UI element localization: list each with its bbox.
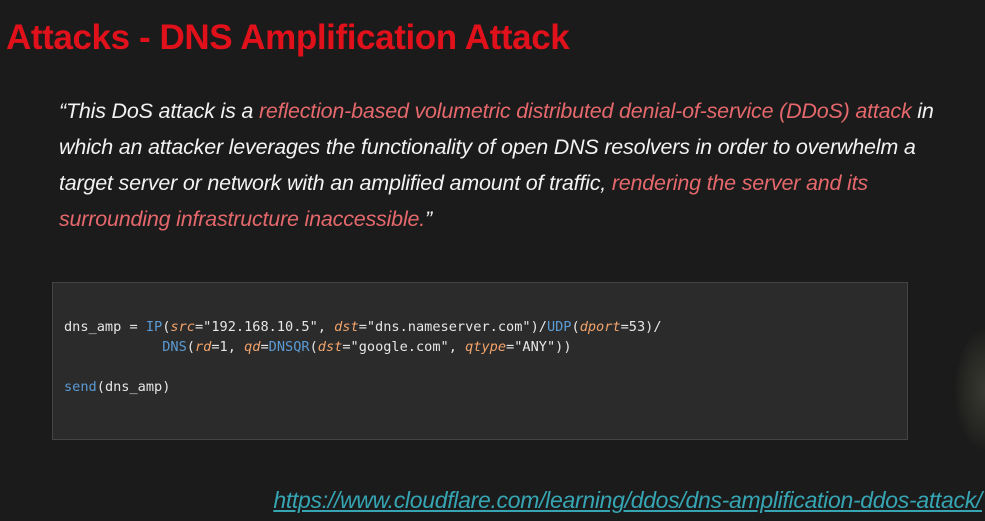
slide: Attacks - DNS Amplification Attack “This… [0,0,985,521]
code-fn-udp: UDP [546,319,572,335]
code-content: dns_amp = IP(src="192.168.10.5", dst="dn… [64,317,662,397]
code-kw-qd: qd [244,339,261,355]
quote-text-part1: This DoS attack is a [65,99,259,123]
code-fn-dnsqr: DNSQR [268,339,310,355]
code-num-dport: 53 [628,319,646,335]
code-punct: = [260,339,269,355]
code-punct: ( [309,339,318,355]
code-kw-src: src [170,319,195,335]
source-link[interactable]: https://www.cloudflare.com/learning/ddos… [273,485,982,515]
code-punct: , [448,339,466,355]
code-punct: = [358,319,367,335]
code-punct: = [211,339,220,355]
code-punct: ( [571,319,580,335]
code-line-4: send(dns_amp) [64,379,170,395]
code-arg: dns_amp [104,379,163,395]
code-punct: = [506,339,515,355]
code-punct: = [194,319,204,335]
quote-paragraph: “This DoS attack is a reflection-based v… [59,93,949,237]
code-kw-dst: dst [334,319,359,335]
open-quote-mark: “ [59,99,66,123]
code-str-google: "google.com" [350,339,449,355]
code-line-1: dns_amp = IP(src="192.168.10.5", dst="dn… [64,319,662,335]
code-punct: ( [96,379,105,395]
code-punct: = [342,339,351,355]
quote-highlight-ddos: reflection-based volumetric distributed … [258,99,912,123]
code-str-src: "192.168.10.5" [203,319,318,335]
code-kw-qtype: qtype [465,339,507,355]
code-kw-dst2: dst [317,339,343,355]
corner-shadow-decoration [955,330,985,450]
code-str-any: "ANY" [514,339,556,355]
code-punct: ( [186,339,195,355]
code-punct: )/ [530,319,547,335]
code-fn-send: send [64,379,97,395]
code-punct: ) [162,379,171,395]
code-num-rd: 1 [219,339,228,355]
code-punct: , [227,339,245,355]
code-punct: = [620,319,629,335]
code-fn-dns: DNS [162,339,187,355]
close-quote-mark: ” [425,207,433,231]
code-kw-rd: rd [194,339,212,355]
code-operator: = [121,319,146,335]
code-var: dns_amp [64,319,122,335]
code-line-2: DNS(rd=1, qd=DNSQR(dst="google.com", qty… [64,339,572,355]
code-punct: )/ [645,319,662,335]
code-kw-dport: dport [579,319,621,335]
code-block: dns_amp = IP(src="192.168.10.5", dst="dn… [52,282,908,440]
code-punct: , [317,319,335,335]
code-fn-ip: IP [145,319,163,335]
code-str-dst: "dns.nameserver.com" [366,319,531,335]
code-punct: )) [555,339,572,355]
slide-title: Attacks - DNS Amplification Attack [6,18,570,57]
